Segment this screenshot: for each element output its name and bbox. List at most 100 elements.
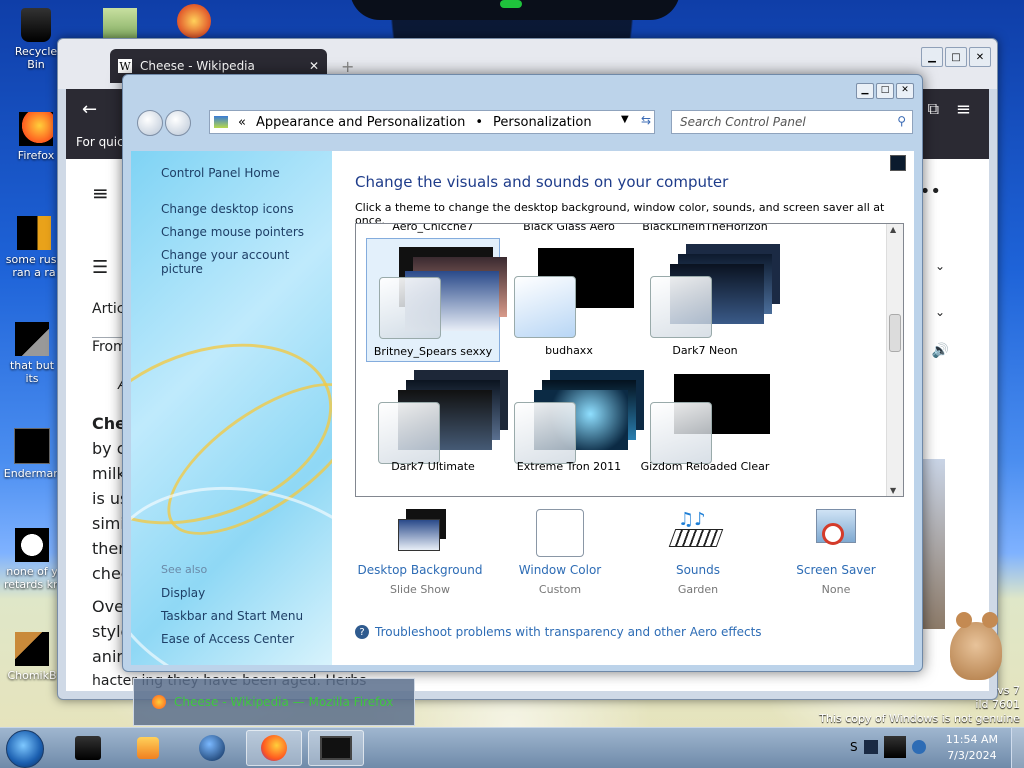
control-panel-icon	[214, 116, 228, 128]
clock-time: 11:54 AM	[945, 733, 998, 746]
desktop-background-icon	[394, 509, 446, 557]
sounds-setting[interactable]: ♫♪ Sounds Garden	[633, 509, 763, 596]
address-bar-area: « Appearance and Personalization • Perso…	[123, 101, 922, 149]
theme-list-scrollbar[interactable]: ▲ ▼	[886, 224, 903, 496]
taskbar-media-player[interactable]	[120, 730, 176, 766]
windows-genuine-watermark: vs 7 ild 7601 This copy of Windows is no…	[819, 684, 1020, 726]
window-controls: ▁ □ ✕	[856, 83, 914, 99]
firefox-icon	[152, 695, 166, 709]
watermark-line: This copy of Windows is not genuine	[819, 712, 1020, 725]
show-desktop-button[interactable]	[1011, 728, 1024, 768]
display-link[interactable]: Display	[161, 586, 205, 600]
window-color-icon	[536, 509, 584, 557]
taskbar-app-3[interactable]	[184, 730, 240, 766]
search-input[interactable]: Search Control Panel ⚲	[671, 110, 913, 134]
theme-caption-partial: Aero_Chicche7	[392, 223, 474, 233]
chevron-down-icon[interactable]: ⌄	[935, 305, 945, 319]
change-account-picture-link[interactable]: Change your account picture	[161, 248, 332, 276]
theme-name: Dark7 Ultimate	[391, 460, 475, 473]
theme-list[interactable]: Aero_Chicche7 Black Glass Aero BlackLine…	[355, 223, 904, 497]
taskbar-app-1[interactable]	[60, 730, 116, 766]
desktop-icon-label: none of y retards kn	[4, 565, 60, 591]
minimize-button[interactable]: ▁	[856, 83, 874, 99]
taskbar-start-menu-link[interactable]: Taskbar and Start Menu	[161, 609, 303, 623]
help-icon: ?	[355, 625, 369, 639]
theme-budhaxx[interactable]: budhaxx	[502, 238, 636, 362]
wiki-menu-icon[interactable]: ≡	[92, 181, 109, 205]
extension-icon[interactable]: ⧉	[928, 99, 939, 119]
troubleshoot-link[interactable]: ? Troubleshoot problems with transparenc…	[355, 625, 762, 639]
taskbar-firefox[interactable]	[246, 730, 302, 766]
theme-glass-swatch	[379, 277, 441, 339]
breadcrumb-overflow[interactable]: «	[238, 115, 246, 130]
desktop-icon-chomik[interactable]: ChomikB	[2, 632, 62, 682]
personalization-window[interactable]: ▁ □ ✕ « Appearance and Personalization •…	[122, 74, 923, 672]
breadcrumb-personalization[interactable]: Personalization	[493, 115, 592, 130]
desktop-icon-label: some russ ran a ra	[5, 253, 63, 279]
change-mouse-pointers-link[interactable]: Change mouse pointers	[161, 225, 304, 239]
desktop-icon-none-of-y[interactable]: none of y retards kn	[2, 528, 62, 591]
breadcrumb-appearance[interactable]: Appearance and Personalization	[256, 115, 465, 130]
setting-label: Screen Saver	[796, 563, 876, 577]
system-tray: S 11:54 AM 7/3/2024	[840, 728, 1024, 768]
minimize-button[interactable]: ▁	[921, 47, 943, 67]
scroll-up-icon[interactable]: ▲	[890, 225, 896, 234]
desktop-icon-enderman[interactable]: Enderman	[2, 428, 62, 480]
screen-saver-setting[interactable]: Screen Saver None	[771, 509, 901, 596]
maximize-button[interactable]: □	[876, 83, 894, 99]
hamburger-menu-icon[interactable]: ≡	[956, 99, 971, 120]
chevron-down-icon[interactable]: ⌄	[935, 259, 945, 273]
theme-thumbnail	[379, 247, 507, 339]
taskbar-preview[interactable]: Cheese - Wikipedia — Mozilla Firefox	[133, 678, 415, 726]
wikipedia-icon: W	[118, 59, 132, 73]
breadcrumb-separator: •	[475, 114, 483, 130]
search-icon[interactable]: ⚲	[897, 114, 906, 128]
theme-britney-spears[interactable]: Britney_Spears sexxy	[366, 238, 507, 362]
back-arrow-icon[interactable]: ←	[82, 99, 97, 120]
language-icon[interactable]	[912, 740, 926, 754]
scroll-down-icon[interactable]: ▼	[890, 486, 896, 495]
window-color-setting[interactable]: Window Color Custom	[495, 509, 625, 596]
clock[interactable]: 11:54 AM 7/3/2024	[946, 732, 998, 764]
tab-close-icon[interactable]: ✕	[309, 59, 319, 73]
wallpaper-device	[350, 0, 680, 20]
desktop-background-setting[interactable]: Desktop Background Slide Show	[355, 509, 485, 596]
search-placeholder: Search Control Panel	[680, 115, 806, 129]
speaker-icon[interactable]: 🔊	[932, 343, 949, 359]
control-panel-home-link[interactable]: Control Panel Home	[161, 166, 280, 180]
maximize-button[interactable]: □	[945, 47, 967, 67]
device-icon[interactable]	[884, 736, 906, 758]
close-button[interactable]: ✕	[969, 47, 991, 67]
desktop-icon-top-3[interactable]	[164, 4, 224, 41]
back-button[interactable]	[137, 110, 163, 136]
desktop-icon-some-russ[interactable]: some russ ran a ra	[4, 216, 64, 279]
theme-dark7-ultimate[interactable]: Dark7 Ultimate	[366, 364, 508, 488]
close-button[interactable]: ✕	[896, 83, 914, 99]
address-dropdown-icon[interactable]: ▼	[621, 114, 629, 125]
ease-of-access-link[interactable]: Ease of Access Center	[161, 632, 294, 646]
monitor-icon	[320, 736, 352, 760]
theme-thumbnail	[514, 370, 644, 464]
left-nav-pane: Control Panel Home Change desktop icons …	[131, 151, 332, 665]
firefox-icon	[261, 735, 287, 761]
toc-icon[interactable]: ☰	[92, 257, 108, 278]
recycle-bin-icon	[21, 8, 51, 42]
window-corner-icon	[890, 155, 906, 171]
file-icon	[17, 216, 51, 250]
theme-gizdom-reloaded[interactable]: Gizdom Reloaded Clear	[638, 364, 772, 488]
taskbar-control-panel[interactable]	[308, 730, 364, 766]
forward-button[interactable]	[165, 110, 191, 136]
desktop-icon-that-but[interactable]: that but its	[2, 322, 62, 385]
refresh-icon[interactable]: ⇆	[641, 113, 651, 127]
firefox-icon	[19, 112, 53, 146]
theme-thumbnail	[378, 370, 508, 464]
address-bar[interactable]: « Appearance and Personalization • Perso…	[209, 110, 655, 134]
change-desktop-icons-link[interactable]: Change desktop icons	[161, 202, 294, 216]
network-icon[interactable]	[864, 740, 878, 754]
theme-dark7-neon[interactable]: Dark7 Neon	[638, 238, 780, 362]
globe-icon	[199, 735, 225, 761]
theme-name: Dark7 Neon	[672, 344, 738, 357]
scrollbar-thumb[interactable]	[889, 314, 901, 352]
start-button[interactable]	[6, 730, 44, 768]
theme-extreme-tron[interactable]: Extreme Tron 2011	[502, 364, 644, 488]
